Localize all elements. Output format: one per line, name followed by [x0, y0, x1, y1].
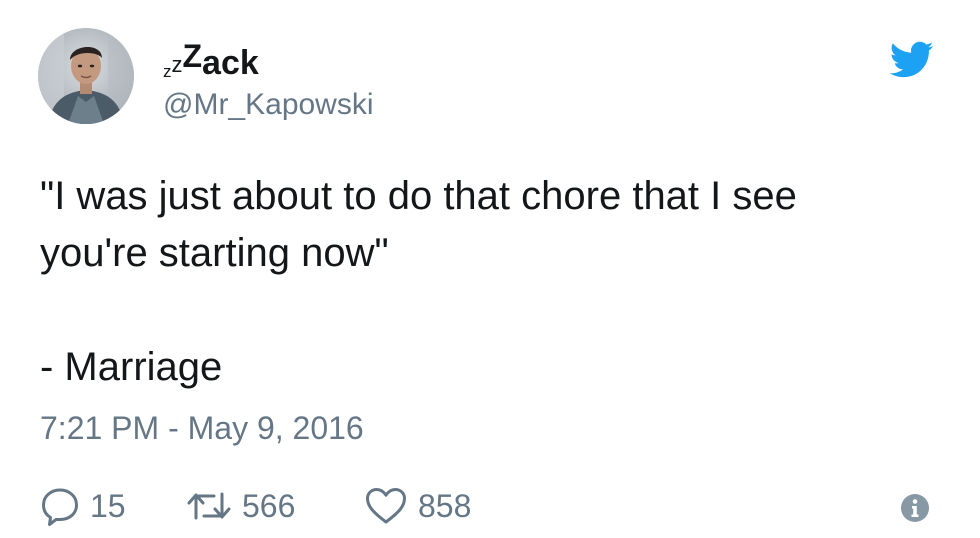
retweet-button[interactable]: 566	[186, 486, 364, 526]
profile-photo-icon	[38, 28, 134, 124]
like-button[interactable]: 858	[364, 486, 471, 526]
reply-button[interactable]: 15	[40, 486, 186, 526]
display-name-z-large: Z	[182, 38, 203, 74]
info-icon[interactable]	[900, 493, 930, 523]
retweet-icon	[187, 492, 231, 520]
tweet-card: z z Z ack @Mr_Kapowski "I was just about…	[0, 0, 980, 538]
tweet-text-line: "I was just about to do that chore that …	[40, 174, 797, 218]
display-name-z-small: z	[163, 62, 172, 81]
tweet-text-blank-line	[40, 282, 940, 339]
tweet-actions: 15 566 858	[40, 482, 471, 530]
like-count: 858	[418, 487, 472, 524]
tweet-text-line: you're starting now"	[40, 231, 389, 275]
tweet-text-line: - Marriage	[40, 345, 223, 389]
reply-count: 15	[90, 487, 126, 524]
user-handle[interactable]: @Mr_Kapowski	[163, 88, 374, 122]
display-name-z-medium: z	[171, 52, 183, 77]
retweet-count: 566	[242, 487, 296, 524]
display-name-text: ack	[202, 44, 259, 82]
heart-icon	[366, 488, 406, 524]
display-name[interactable]: z z Z ack	[163, 34, 259, 84]
reply-bubble-icon	[42, 488, 78, 526]
tweet-timestamp[interactable]: 7:21 PM - May 9, 2016	[40, 410, 364, 447]
tweet-text: "I was just about to do that chore that …	[40, 168, 940, 396]
twitter-bird-icon[interactable]	[888, 40, 934, 78]
avatar[interactable]	[38, 28, 134, 124]
